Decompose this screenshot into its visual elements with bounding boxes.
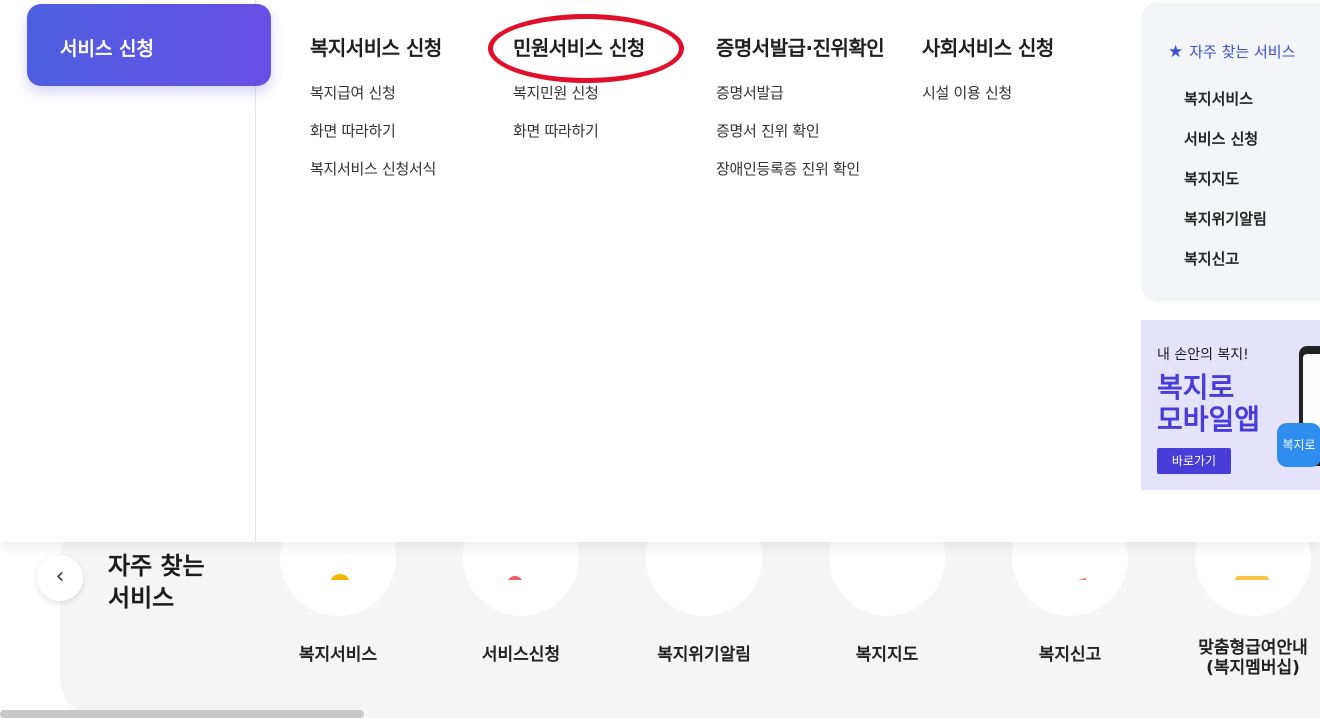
hand-pointer-icon xyxy=(508,576,522,580)
quick-services-title: 자주 찾는 서비스 xyxy=(108,550,205,614)
menu-left-column: 서비스 신청 xyxy=(0,0,271,542)
menu-column-welfare: 복지서비스 신청 복지급여 신청 화면 따라하기 복지서비스 신청서식 xyxy=(310,32,442,188)
quick-service-label: 복지위기알림 xyxy=(657,645,751,665)
quick-services-title-line2: 서비스 xyxy=(108,584,175,612)
chat-note-icon xyxy=(686,540,726,580)
menu-column-civil: 민원서비스 신청 복지민원 신청 화면 따라하기 xyxy=(513,32,645,150)
menu-column-title[interactable]: 민원서비스 신청 xyxy=(513,32,645,62)
frequent-service-link[interactable]: 복지지도 xyxy=(1184,161,1267,201)
app-banner-go-button[interactable]: 바로가기 xyxy=(1157,448,1231,474)
quick-service-label: 복지서비스 xyxy=(298,645,378,665)
frequent-service-link[interactable]: 서비스 신청 xyxy=(1184,121,1267,161)
menu-column-certificate: 증명서발급·진위확인 증명서발급 증명서 진위 확인 장애인등록증 진위 확인 xyxy=(716,32,885,188)
menu-link[interactable]: 복지급여 신청 xyxy=(310,74,442,112)
menu-column-title[interactable]: 증명서발급·진위확인 xyxy=(716,32,885,62)
menu-column-title[interactable]: 복지서비스 신청 xyxy=(310,32,442,62)
id-card-icon xyxy=(1235,576,1269,580)
frequent-services-heading: ★ 자주 찾는 서비스 xyxy=(1168,41,1295,62)
frequent-services-heading-text: 자주 찾는 서비스 xyxy=(1189,43,1296,61)
menu-link[interactable]: 복지서비스 신청서식 xyxy=(310,150,442,188)
quick-service-label: 서비스신청 xyxy=(481,645,561,665)
app-banner-title-line1: 복지로 xyxy=(1157,371,1235,404)
mega-menu: 서비스 신청 복지서비스 신청 복지급여 신청 화면 따라하기 복지서비스 신청… xyxy=(0,0,1320,542)
building-icon xyxy=(869,540,909,580)
quick-service-label: 복지지도 xyxy=(855,645,919,665)
horizontal-scrollbar[interactable] xyxy=(0,710,364,718)
quick-service-label: 맞춤형급여안내 (복지멤버십) xyxy=(1198,638,1308,678)
frequent-services-box: ★ 자주 찾는 서비스 복지서비스 서비스 신청 복지지도 복지위기알림 복지신고 xyxy=(1141,3,1320,301)
app-banner-title: 복지로 모바일앱 xyxy=(1157,372,1260,436)
menu-column-title[interactable]: 사회서비스 신청 xyxy=(922,32,1054,62)
app-logo-icon: 복지로 xyxy=(1277,423,1320,467)
menu-column-social: 사회서비스 신청 시설 이용 신청 xyxy=(922,32,1054,112)
menu-link[interactable]: 장애인등록증 진위 확인 xyxy=(716,150,884,188)
menu-column-links: 복지급여 신청 화면 따라하기 복지서비스 신청서식 xyxy=(310,74,442,188)
menu-link[interactable]: 복지민원 신청 xyxy=(513,74,645,112)
carousel-prev-button[interactable]: ‹ xyxy=(37,555,83,601)
menu-link[interactable]: 증명서발급 xyxy=(716,74,884,112)
service-apply-active-button[interactable]: 서비스 신청 xyxy=(27,4,271,86)
menu-column-links: 복지민원 신청 화면 따라하기 xyxy=(513,74,645,150)
menu-link[interactable]: 증명서 진위 확인 xyxy=(716,112,884,150)
star-icon: ★ xyxy=(1168,42,1184,62)
frequent-services-list: 복지서비스 서비스 신청 복지지도 복지위기알림 복지신고 xyxy=(1184,81,1267,281)
frequent-service-link[interactable]: 복지신고 xyxy=(1184,241,1267,281)
menu-link[interactable]: 시설 이용 신청 xyxy=(922,74,1054,112)
quick-services-title-line1: 자주 찾는 xyxy=(108,552,205,580)
frequent-service-link[interactable]: 복지위기알림 xyxy=(1184,201,1267,241)
app-banner-subtitle: 내 손안의 복지! xyxy=(1157,347,1249,363)
mobile-app-banner[interactable]: 내 손안의 복지! 복지로 모바일앱 바로가기 복지로 xyxy=(1141,320,1320,490)
quick-service-label: 복지신고 xyxy=(1038,645,1102,665)
menu-column-links: 증명서발급 증명서 진위 확인 장애인등록증 진위 확인 xyxy=(716,74,884,188)
frequent-service-link[interactable]: 복지서비스 xyxy=(1184,81,1267,121)
people-icon xyxy=(330,574,350,580)
menu-link[interactable]: 화면 따라하기 xyxy=(513,112,645,150)
menu-link[interactable]: 화면 따라하기 xyxy=(310,112,442,150)
siren-icon xyxy=(1078,578,1086,580)
menu-column-links: 시설 이용 신청 xyxy=(922,74,1054,112)
app-banner-title-line2: 모바일앱 xyxy=(1157,403,1261,436)
